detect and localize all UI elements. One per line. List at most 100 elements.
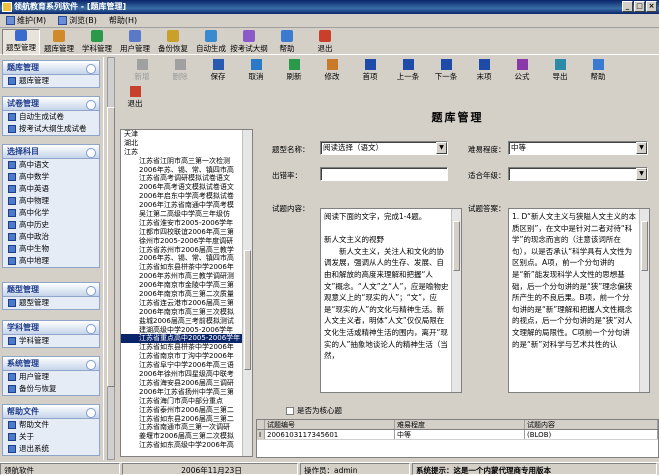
sidebar-item[interactable]: 关于 xyxy=(3,431,99,443)
tree-node[interactable]: 姜堰市2006届高三第二次模拟 xyxy=(121,432,252,441)
tree-node[interactable]: 吴江第二高级中学高三年级仿 xyxy=(121,210,252,219)
tree-node[interactable]: 江苏省如东县栟茶中学2006年 xyxy=(121,263,252,272)
sidebar-group-header[interactable]: 帮助文件 xyxy=(3,405,99,419)
answer-scrollbar-thumb[interactable] xyxy=(641,221,648,271)
menu-help[interactable]: 帮助(H) xyxy=(109,15,137,26)
grid-header-difficulty[interactable]: 难易程度 xyxy=(395,420,525,429)
table-row[interactable]: I 20061031173456​01 中等 (BLOB) xyxy=(257,430,658,440)
grid-cell-difficulty[interactable]: 中等 xyxy=(395,430,525,439)
question-grid[interactable]: 试题编号 难易程度 试题内容 I 20061031173456​01 中等 (B… xyxy=(256,419,659,458)
sidebar-item[interactable]: 高中物理 xyxy=(3,195,99,207)
sidebar-group-header[interactable]: 题库管理 xyxy=(3,61,99,75)
sidebar-scrollbar[interactable] xyxy=(103,57,117,460)
tree-node[interactable]: 湖北 xyxy=(121,139,252,148)
toolbar-button-exit[interactable]: 退出 xyxy=(306,29,344,55)
tree-node[interactable]: 江苏省如东县2006届高三第二 xyxy=(121,415,252,424)
toolbar-button-users[interactable]: 用户管理 xyxy=(116,29,154,55)
sidebar-item[interactable]: 高中历史 xyxy=(3,219,99,231)
toolbar-button-question-bank[interactable]: 题库管理 xyxy=(40,29,78,55)
tree-node[interactable]: 2006年江苏省扬州中学高三第 xyxy=(121,388,252,397)
toolbar-button-backup[interactable]: 备份恢复 xyxy=(154,29,192,55)
answer-memo[interactable]: 1. D“新人文主义与狭隘人文主义的本质区别”，在文中是针对二者对待“科学”的现… xyxy=(508,208,650,393)
exam-tree[interactable]: 天津 湖北 江苏 江苏省江阴市高三第一次检测 2006年苏、锡、常、镇四市高 江苏省高考调… xyxy=(120,129,253,457)
tree-node[interactable]: 江苏 xyxy=(121,148,252,157)
tree-node[interactable]: 2006年苏、锡、常、镇四市高 xyxy=(121,166,252,175)
tree-scrollbar-thumb[interactable] xyxy=(244,250,251,370)
sidebar-group-header[interactable]: 学科管理 xyxy=(3,321,99,335)
tree-node[interactable]: 2006年江苏省南通中学高考模 xyxy=(121,201,252,210)
grid-header-id[interactable]: 试题编号 xyxy=(265,420,395,429)
content-memo[interactable]: 阅读下面的文字，完成1-4题。 新人文主义的视野 新人文主义，关注人和文化的协调… xyxy=(320,208,462,393)
tree-node[interactable]: 江苏省高考调研模拟试卷语文 xyxy=(121,174,252,183)
sidebar-item[interactable]: 题型管理 xyxy=(3,297,99,309)
sidebar-group-header[interactable]: 题型管理 xyxy=(3,283,99,297)
toolbar-button-subject[interactable]: 学科管理 xyxy=(78,29,116,55)
sidebar-item[interactable]: 备份与恢复 xyxy=(3,383,99,395)
tree-node[interactable]: 江都市四校联谊2006年高三第 xyxy=(121,228,252,237)
tree-node[interactable]: 江苏省南京市丁沟中学2006年 xyxy=(121,352,252,361)
sidebar-item[interactable]: 高中政治 xyxy=(3,231,99,243)
maximize-button[interactable]: □ xyxy=(634,1,645,12)
sidebar-item[interactable]: 题库管理 xyxy=(3,75,99,87)
tree-node[interactable]: 江苏省南通市高三第一次调研 xyxy=(121,423,252,432)
sidebar-item[interactable]: 帮助文件 xyxy=(3,419,99,431)
toolbar-button-help[interactable]: 帮助 xyxy=(268,29,306,55)
tree-node[interactable]: 徐州市2005-2006学年度调研 xyxy=(121,237,252,246)
chevron-down-icon[interactable]: ▼ xyxy=(636,168,647,180)
grid-cell-id[interactable]: 20061031173456​01 xyxy=(265,430,395,439)
tree-node[interactable]: 江苏省苏州市2006届高三教学 xyxy=(121,246,252,255)
content-scrollbar-thumb[interactable] xyxy=(453,221,460,271)
sidebar-item[interactable]: 学科管理 xyxy=(3,335,99,347)
sidebar-item[interactable]: 高中英语 xyxy=(3,183,99,195)
grid-cell-content[interactable]: (BLOB) xyxy=(525,430,658,439)
close-button[interactable]: × xyxy=(646,1,657,12)
tree-node[interactable]: 江苏省泰州市2006届高三第二 xyxy=(121,406,252,415)
sidebar-group-header[interactable]: 系统管理 xyxy=(3,357,99,371)
toolbar-button-syllabus[interactable]: 按考试大纲 xyxy=(230,29,268,55)
checkbox-icon[interactable] xyxy=(286,406,294,415)
minimize-button[interactable]: _ xyxy=(622,1,633,12)
scrollbar-thumb[interactable] xyxy=(107,107,115,387)
grid-header-content[interactable]: 试题内容 xyxy=(525,420,658,429)
tree-node[interactable]: 江苏省连云港市2006届高三第 xyxy=(121,299,252,308)
answer-scrollbar[interactable] xyxy=(639,209,649,392)
tree-node[interactable]: 2006年高考语文模拟试卷语文 xyxy=(121,183,252,192)
content-scrollbar[interactable] xyxy=(451,209,461,392)
tree-node[interactable]: 建湖高级中学2005-2006学年 xyxy=(121,326,252,335)
sidebar-group-header[interactable]: 选择科目 xyxy=(3,145,99,159)
tree-node[interactable]: 2006年南京市高三第三次模拟 xyxy=(121,308,252,317)
tree-node[interactable]: 2006年南京市高三第二次质量 xyxy=(121,290,252,299)
difficulty-select[interactable]: 中等 ▼ xyxy=(508,141,648,155)
sidebar-item[interactable]: 高中生物 xyxy=(3,243,99,255)
tree-node[interactable]: 江苏省海安县2006届高三调研 xyxy=(121,379,252,388)
core-question-checkbox[interactable]: 是否为核心题 xyxy=(286,405,342,416)
chevron-down-icon[interactable]: ▼ xyxy=(636,142,647,154)
tree-node[interactable]: 2006年苏州市高三教学调研测 xyxy=(121,272,252,281)
record-button-exit[interactable]: 退出 xyxy=(120,86,150,110)
tree-scrollbar[interactable] xyxy=(242,130,252,456)
sidebar-item[interactable]: 高中语文 xyxy=(3,159,99,171)
question-type-select[interactable]: 阅读选择（语文） ▼ xyxy=(320,141,448,155)
tree-node[interactable]: 江苏省如东高级中学2006年高 xyxy=(121,441,252,450)
record-button-help[interactable]: 帮助 xyxy=(576,59,620,83)
tree-node[interactable]: 2006年启东中学高考模拟试卷 xyxy=(121,192,252,201)
sidebar-item[interactable]: 高中数学 xyxy=(3,171,99,183)
sidebar-item[interactable]: 高中化学 xyxy=(3,207,99,219)
sidebar-group-header[interactable]: 试卷管理 xyxy=(3,97,99,111)
menu-browse[interactable]: 浏览(B) xyxy=(58,15,97,26)
tree-node[interactable]: 江苏省如东县栟茶中学2006年 xyxy=(121,343,252,352)
tree-node[interactable]: 盐城2006届高三考前模拟测试 xyxy=(121,317,252,326)
sidebar-item[interactable]: 自动生成试卷 xyxy=(3,111,99,123)
tree-node[interactable]: 江苏省海门市高中部分重点 xyxy=(121,397,252,406)
tree-node[interactable]: 江苏省江阴市高三第一次检测 xyxy=(121,157,252,166)
sidebar-item[interactable]: 退出系统 xyxy=(3,443,99,455)
sidebar-item[interactable]: 按考试大纲生成试卷 xyxy=(3,123,99,135)
sidebar-item[interactable]: 高中地理 xyxy=(3,255,99,267)
tree-node[interactable]: 2006年苏、锡、常、镇四市高 xyxy=(121,254,252,263)
tree-node[interactable]: 2006年南京市金陵中学高三第 xyxy=(121,281,252,290)
chevron-down-icon[interactable]: ▼ xyxy=(436,142,447,154)
error-rate-field[interactable] xyxy=(320,167,448,181)
toolbar-button-auto-generate[interactable]: 自动生成 xyxy=(192,29,230,55)
sidebar-item[interactable]: 用户管理 xyxy=(3,371,99,383)
menu-maintain[interactable]: 维护(M) xyxy=(6,15,46,26)
